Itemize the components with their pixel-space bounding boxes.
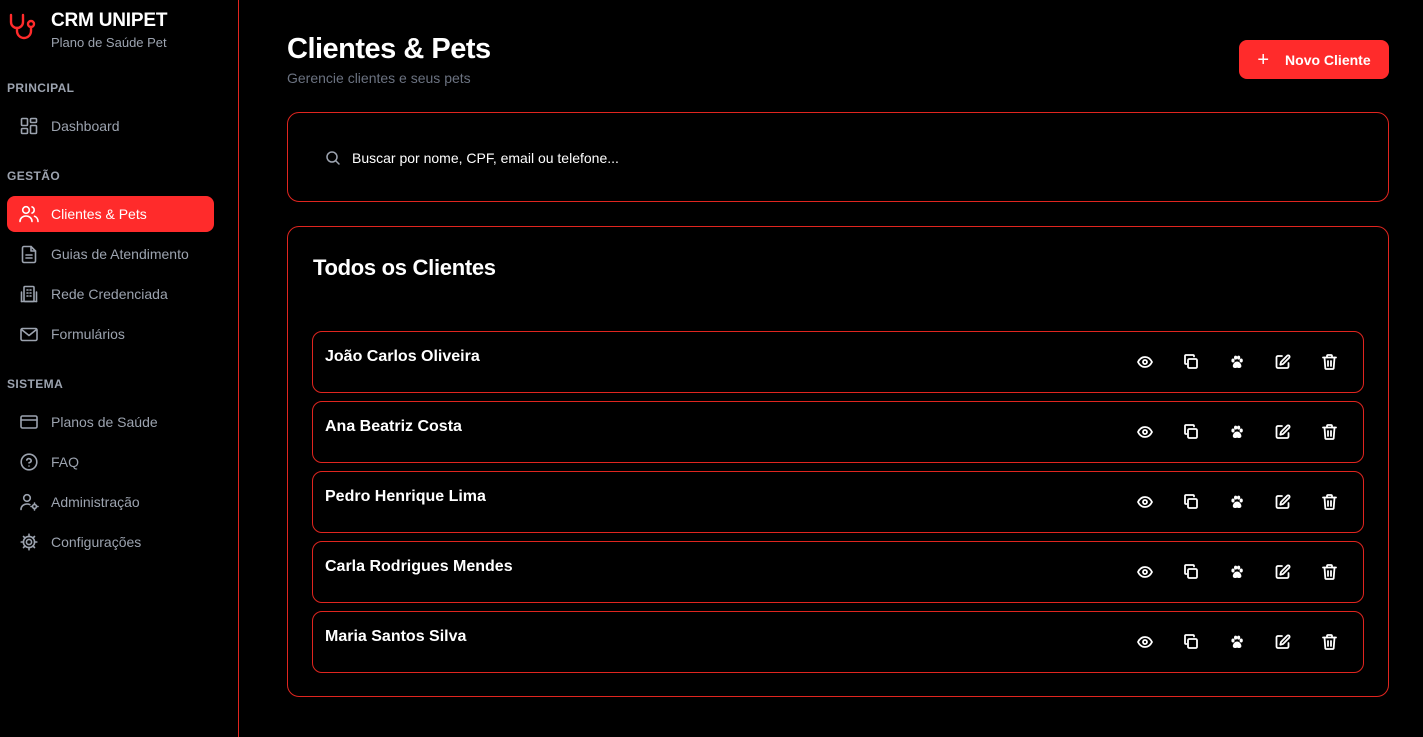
edit-icon[interactable] [1273,632,1293,652]
brand: CRM UNIPET Plano de Saúde Pet [7,10,167,50]
search-card [287,112,1389,202]
client-row[interactable]: Ana Beatriz Costa [312,401,1364,463]
sidebar-item-label: Guias de Atendimento [51,246,189,262]
trash-icon[interactable] [1319,352,1339,372]
sidebar-item-guias[interactable]: Guias de Atendimento [7,236,214,272]
paw-icon[interactable] [1227,352,1247,372]
clients-title: Todos os Clientes [313,255,496,280]
sidebar-item-label: Formulários [51,326,125,342]
new-client-label: Novo Cliente [1285,51,1371,68]
section-label-gestao: GESTÃO [7,169,61,183]
paw-icon[interactable] [1227,562,1247,582]
sidebar-item-label: FAQ [51,454,80,470]
document-icon [19,244,39,264]
client-row[interactable]: João Carlos Oliveira [312,331,1364,393]
stethoscope-icon [7,12,39,44]
sidebar-item-label: Clientes & Pets [51,206,147,222]
sidebar-item-administracao[interactable]: Administração [7,484,214,520]
view-icon[interactable] [1135,562,1155,582]
paw-icon[interactable] [1227,422,1247,442]
client-name: Ana Beatriz Costa [325,418,462,435]
trash-icon[interactable] [1319,492,1339,512]
user-cog-icon [19,492,39,512]
sidebar-item-label: Rede Credenciada [51,286,168,302]
trash-icon[interactable] [1319,422,1339,442]
copy-icon[interactable] [1181,352,1201,372]
new-client-button[interactable]: + Novo Cliente [1239,40,1389,79]
edit-icon[interactable] [1273,562,1293,582]
sidebar-item-rede[interactable]: Rede Credenciada [7,276,214,312]
search-icon [325,150,341,166]
gear-icon [19,532,39,552]
trash-icon[interactable] [1319,632,1339,652]
view-icon[interactable] [1135,422,1155,442]
copy-icon[interactable] [1181,492,1201,512]
client-row[interactable]: Maria Santos Silva [312,611,1364,673]
app-subtitle: Plano de Saúde Pet [51,35,167,50]
paw-icon[interactable] [1227,492,1247,512]
page-title: Clientes & Pets [287,33,491,65]
copy-icon[interactable] [1181,632,1201,652]
mail-icon [19,324,39,344]
sidebar-item-clientes-pets[interactable]: Clientes & Pets [7,196,214,232]
edit-icon[interactable] [1273,352,1293,372]
paw-icon[interactable] [1227,632,1247,652]
page-subtitle: Gerencie clientes e seus pets [287,70,471,86]
sidebar-item-dashboard[interactable]: Dashboard [7,108,214,144]
sidebar-item-label: Administração [51,494,140,510]
client-name: Maria Santos Silva [325,628,467,645]
sidebar-item-configuracoes[interactable]: Configurações [7,524,214,560]
client-row[interactable]: Carla Rodrigues Mendes [312,541,1364,603]
client-name: Pedro Henrique Lima [325,488,486,505]
section-label-principal: PRINCIPAL [7,81,75,95]
view-icon[interactable] [1135,352,1155,372]
edit-icon[interactable] [1273,422,1293,442]
client-name: João Carlos Oliveira [325,348,480,365]
copy-icon[interactable] [1181,562,1201,582]
copy-icon[interactable] [1181,422,1201,442]
section-label-sistema: SISTEMA [7,377,64,391]
sidebar: CRM UNIPET Plano de Saúde Pet PRINCIPAL … [0,0,239,737]
sidebar-item-planos[interactable]: Planos de Saúde [7,404,214,440]
trash-icon[interactable] [1319,562,1339,582]
sidebar-item-label: Planos de Saúde [51,414,158,430]
sidebar-item-formularios[interactable]: Formulários [7,316,214,352]
help-circle-icon [19,452,39,472]
sidebar-item-faq[interactable]: FAQ [7,444,214,480]
client-row[interactable]: Pedro Henrique Lima [312,471,1364,533]
client-name: Carla Rodrigues Mendes [325,558,513,575]
plus-icon: + [1257,48,1270,71]
app-title: CRM UNIPET [51,10,168,31]
dashboard-icon [19,116,39,136]
search-input[interactable] [352,146,1252,170]
view-icon[interactable] [1135,632,1155,652]
clients-card: Todos os Clientes João Carlos Oliveira A… [287,226,1389,697]
building-icon [19,284,39,304]
users-icon [19,204,39,224]
view-icon[interactable] [1135,492,1155,512]
credit-card-icon [19,412,39,432]
edit-icon[interactable] [1273,492,1293,512]
sidebar-item-label: Configurações [51,534,142,550]
sidebar-item-label: Dashboard [51,118,120,134]
main-content: Clientes & Pets Gerencie clientes e seus… [239,0,1423,737]
